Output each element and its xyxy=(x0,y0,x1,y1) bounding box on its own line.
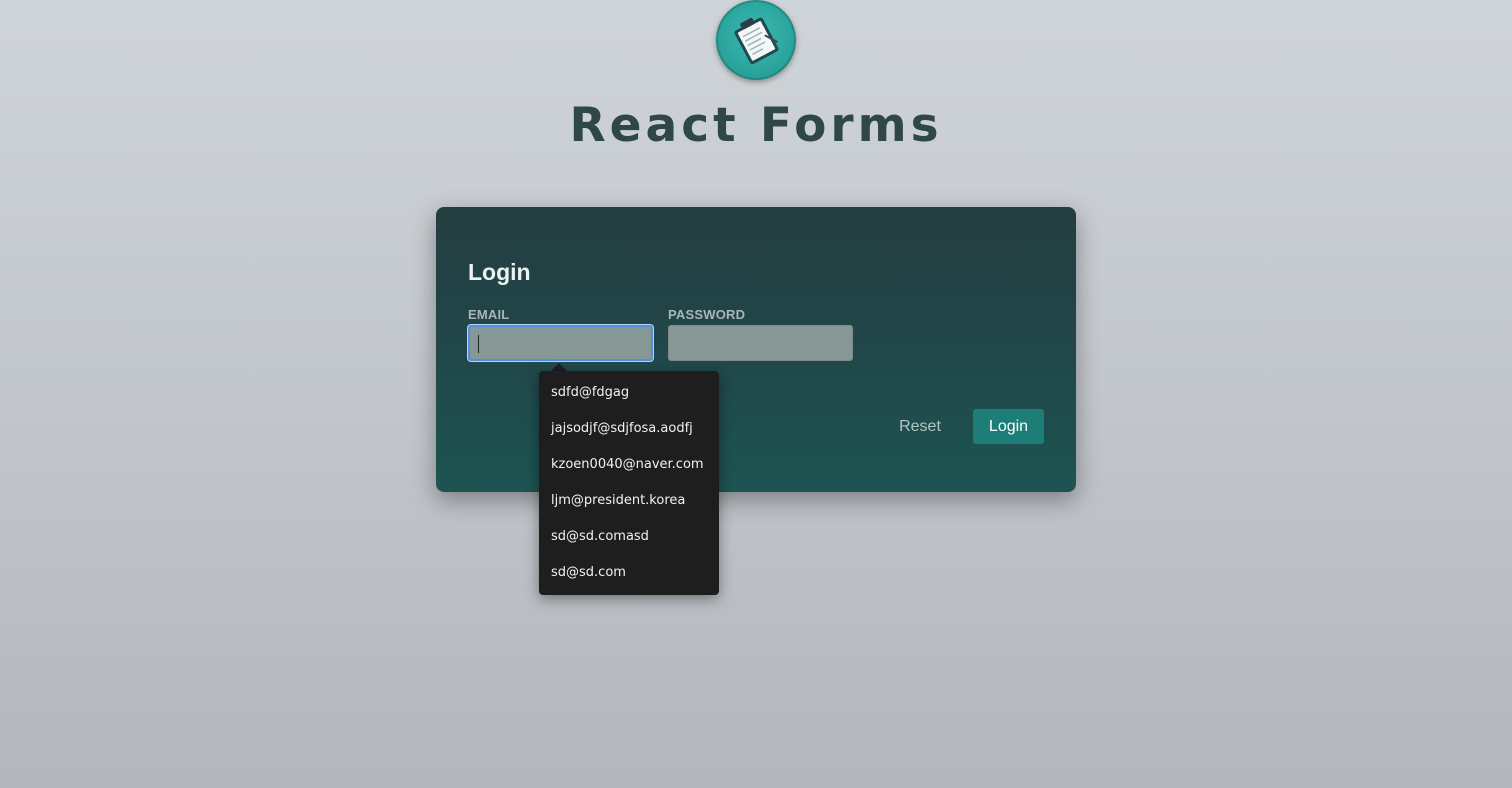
autocomplete-option[interactable]: sd@sd.com xyxy=(551,563,626,583)
password-label: PASSWORD xyxy=(668,307,746,322)
email-autocomplete-dropdown: sdfd@fdgag jajsodjf@sdjfosa.aodfj kzoen0… xyxy=(539,371,719,595)
password-field[interactable] xyxy=(668,325,853,361)
text-caret xyxy=(478,335,479,353)
login-card: Login EMAIL PASSWORD Reset Login xyxy=(436,207,1076,492)
autocomplete-option[interactable]: kzoen0040@naver.com xyxy=(551,455,704,475)
clipboard-icon xyxy=(734,17,779,65)
autocomplete-option[interactable]: sd@sd.comasd xyxy=(551,527,649,547)
login-button[interactable]: Login xyxy=(973,409,1044,444)
login-heading: Login xyxy=(468,259,531,285)
app-title: React Forms xyxy=(569,98,943,153)
reset-button[interactable]: Reset xyxy=(884,409,956,445)
email-field[interactable] xyxy=(468,325,653,361)
email-label: EMAIL xyxy=(468,307,510,322)
autocomplete-option[interactable]: jajsodjf@sdjfosa.aodfj xyxy=(551,419,693,439)
app-logo xyxy=(716,0,796,80)
autocomplete-option[interactable]: sdfd@fdgag xyxy=(551,383,629,403)
autocomplete-option[interactable]: ljm@president.korea xyxy=(551,491,685,511)
